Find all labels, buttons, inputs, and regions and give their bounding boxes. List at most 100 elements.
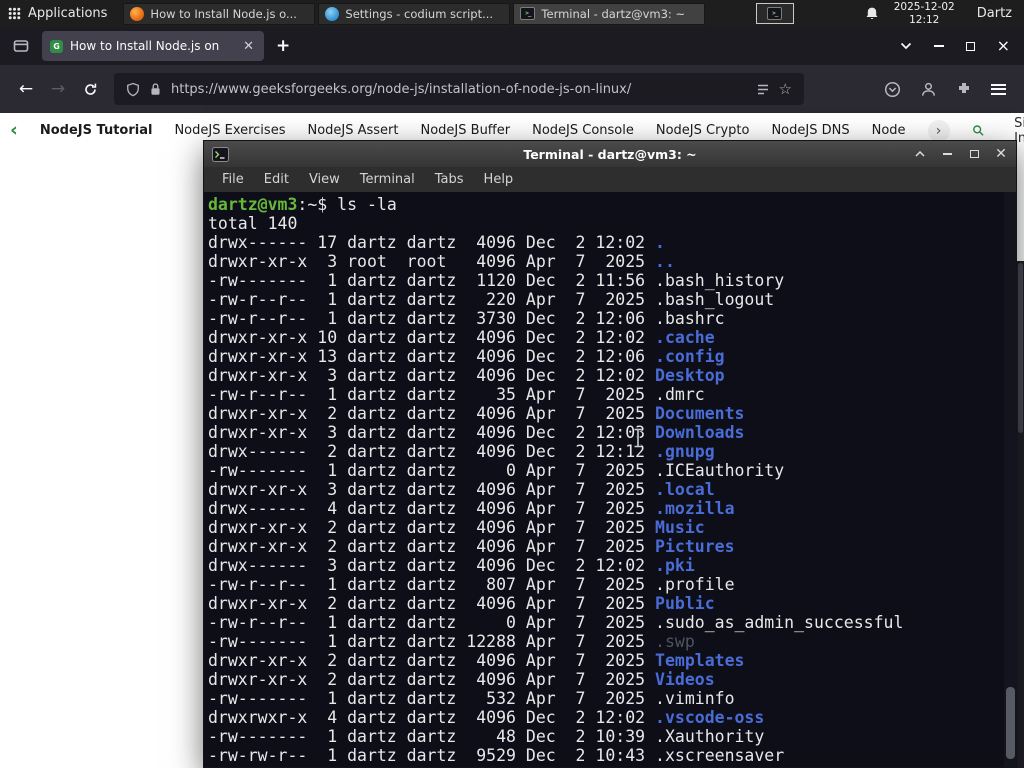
nav-link-nodejs-exercises[interactable]: NodeJS Exercises: [174, 123, 285, 138]
terminal-output-line: drwx------ 2 dartz dartz 4096 Dec 2 12:1…: [208, 442, 1002, 461]
terminal-screen[interactable]: dartz@vm3:~$ ls -la total 140 drwx------…: [204, 192, 1016, 767]
menu-terminal[interactable]: Terminal: [350, 170, 425, 189]
tracking-shield-icon[interactable]: [126, 82, 140, 97]
maximize-button[interactable]: [967, 147, 981, 161]
line-filename: .Xauthority: [655, 727, 765, 746]
forward-button[interactable]: →: [42, 73, 74, 105]
bookmark-star-icon[interactable]: ☆: [779, 80, 792, 98]
line-meta: -rw-r--r-- 1 dartz dartz 3730 Dec 2 12:0…: [208, 309, 656, 328]
menu-help[interactable]: Help: [474, 170, 524, 189]
terminal-output-line: -rw-rw-r-- 1 dartz dartz 9529 Dec 2 10:4…: [208, 746, 1002, 765]
terminal-output-line: -rw-r--r-- 1 dartz dartz 807 Apr 7 2025 …: [208, 575, 1002, 594]
line-meta: drwx------ 4 dartz dartz 4096 Apr 7 2025: [208, 499, 656, 518]
nav-link-nodejs-buffer[interactable]: NodeJS Buffer: [421, 123, 511, 138]
reader-mode-icon[interactable]: [756, 83, 770, 96]
back-button[interactable]: ←: [10, 73, 42, 105]
extensions-puzzle-icon[interactable]: [956, 81, 972, 97]
window-button-label: How to Install Node.js o...: [150, 6, 297, 21]
reload-button[interactable]: [74, 73, 106, 105]
search-icon[interactable]: [972, 122, 985, 139]
window-close-button[interactable]: ×: [997, 38, 1010, 54]
terminal-output: drwx------ 17 dartz dartz 4096 Dec 2 12:…: [208, 233, 1002, 765]
terminal-output-line: drwxr-xr-x 2 dartz dartz 4096 Apr 7 2025…: [208, 404, 1002, 423]
line-meta: drwx------ 2 dartz dartz 4096 Dec 2 12:1…: [208, 442, 656, 461]
clock-date: 2025-12-02: [893, 0, 955, 13]
nav-link-nodejs-dns[interactable]: NodeJS DNS: [771, 123, 849, 138]
browser-toolbar: ← → https://www.geeksforgeeks.org/node-j…: [0, 65, 1024, 113]
panel-window-button-settings[interactable]: Settings - codium script...: [318, 2, 511, 25]
menu-file[interactable]: File: [212, 170, 254, 189]
lock-icon[interactable]: [149, 82, 162, 96]
line-meta: drwxrwxr-x 4 dartz dartz 4096 Dec 2 12:0…: [208, 708, 656, 727]
line-filename: Videos: [655, 670, 715, 689]
nav-link-nodejs-assert[interactable]: NodeJS Assert: [307, 123, 398, 138]
firefox-icon: [130, 6, 145, 21]
terminal-output-line: drwxr-xr-x 13 dartz dartz 4096 Dec 2 12:…: [208, 347, 1002, 366]
line-meta: drwxr-xr-x 2 dartz dartz 4096 Apr 7 2025: [208, 518, 656, 537]
line-meta: drwx------ 3 dartz dartz 4096 Dec 2 12:0…: [208, 556, 656, 575]
terminal-output-line: -rw------- 1 dartz dartz 48 Dec 2 10:39 …: [208, 727, 1002, 746]
page-scrollbar[interactable]: [1017, 261, 1024, 768]
nav-link-nodejs-truncated[interactable]: Node: [872, 123, 906, 138]
terminal-scrollbar[interactable]: [1004, 192, 1016, 767]
minimize-button[interactable]: [940, 147, 954, 161]
line-meta: drwxr-xr-x 13 dartz dartz 4096 Dec 2 12:…: [208, 347, 656, 366]
line-meta: drwxr-xr-x 3 dartz dartz 4096 Dec 2 12:0…: [208, 366, 656, 385]
terminal-output-line: drwxr-xr-x 3 dartz dartz 4096 Apr 7 2025…: [208, 480, 1002, 499]
nav-link-nodejs-console[interactable]: NodeJS Console: [532, 123, 634, 138]
applications-menu-button[interactable]: Applications: [0, 0, 119, 27]
line-filename: .vscode-oss: [655, 708, 765, 727]
menu-tabs[interactable]: Tabs: [425, 170, 474, 189]
firefox-view-icon[interactable]: [8, 33, 34, 59]
nav-scroll-right-icon[interactable]: ›: [927, 119, 950, 142]
tray-terminal-icon[interactable]: >_: [755, 3, 794, 24]
top-panel: Applications How to Install Node.js o...…: [0, 0, 1024, 27]
panel-window-button-terminal[interactable]: >_ Terminal - dartz@vm3: ~: [513, 2, 706, 25]
terminal-scrollbar-thumb[interactable]: [1006, 687, 1015, 759]
line-filename: Pictures: [655, 537, 735, 556]
terminal-icon: [212, 146, 229, 162]
window-minimize-button[interactable]: [933, 45, 944, 47]
line-filename: Downloads: [655, 423, 745, 442]
nav-link-nodejs-crypto[interactable]: NodeJS Crypto: [656, 123, 750, 138]
line-meta: drwxr-xr-x 2 dartz dartz 4096 Apr 7 2025: [208, 651, 656, 670]
line-filename: .bash_logout: [655, 290, 775, 309]
url-bar[interactable]: https://www.geeksforgeeks.org/node-js/in…: [114, 73, 804, 105]
tab-close-icon[interactable]: ✕: [241, 39, 256, 54]
terminal-output-line: -rw-r--r-- 1 dartz dartz 35 Apr 7 2025 .…: [208, 385, 1002, 404]
nav-link-nodejs-tutorial[interactable]: NodeJS Tutorial: [40, 123, 153, 138]
terminal-window: Terminal - dartz@vm3: ~ ✕ File Edit View…: [203, 140, 1017, 768]
terminal-output-line: -rw-r--r-- 1 dartz dartz 0 Apr 7 2025 .s…: [208, 613, 1002, 632]
window-maximize-button[interactable]: [965, 41, 975, 51]
account-icon[interactable]: [920, 81, 937, 98]
pocket-icon[interactable]: [884, 81, 901, 98]
terminal-total-line: total 140: [208, 214, 298, 233]
terminal-output-line: drwxr-xr-x 3 dartz dartz 4096 Dec 2 12:0…: [208, 366, 1002, 385]
page-scrollbar-thumb[interactable]: [1018, 263, 1023, 433]
terminal-titlebar[interactable]: Terminal - dartz@vm3: ~ ✕: [204, 141, 1016, 167]
shade-button[interactable]: [913, 147, 927, 161]
terminal-output-line: -rw-r--r-- 1 dartz dartz 3730 Dec 2 12:0…: [208, 309, 1002, 328]
menu-view[interactable]: View: [299, 170, 350, 189]
url-text: https://www.geeksforgeeks.org/node-js/in…: [171, 81, 632, 97]
list-tabs-chevron-icon[interactable]: [900, 42, 912, 50]
menu-edit[interactable]: Edit: [254, 170, 299, 189]
applications-grid-icon: [8, 7, 21, 20]
new-tab-button[interactable]: +: [276, 36, 290, 56]
browser-tab[interactable]: G How to Install Node.js on ✕: [42, 31, 264, 61]
terminal-output-line: drwxr-xr-x 2 dartz dartz 4096 Apr 7 2025…: [208, 537, 1002, 556]
notification-bell-icon[interactable]: [864, 6, 880, 21]
prompt-separator: :: [297, 195, 308, 214]
nav-scroll-left-icon[interactable]: ‹: [10, 121, 18, 140]
close-button[interactable]: ✕: [994, 147, 1008, 161]
prompt-command: ls -la: [337, 195, 397, 214]
line-meta: -rw------- 1 dartz dartz 12288 Apr 7 202…: [208, 632, 656, 651]
user-label: Dartz: [976, 6, 1012, 21]
window-button-label: Terminal - dartz@vm3: ~: [541, 6, 686, 21]
line-meta: drwxr-xr-x 2 dartz dartz 4096 Apr 7 2025: [208, 537, 656, 556]
panel-window-button-browser[interactable]: How to Install Node.js o...: [123, 2, 316, 25]
menu-hamburger-icon[interactable]: [991, 83, 1006, 95]
line-filename: .local: [655, 480, 715, 499]
clock[interactable]: 2025-12-02 12:12: [894, 1, 955, 26]
line-filename: .profile: [655, 575, 735, 594]
